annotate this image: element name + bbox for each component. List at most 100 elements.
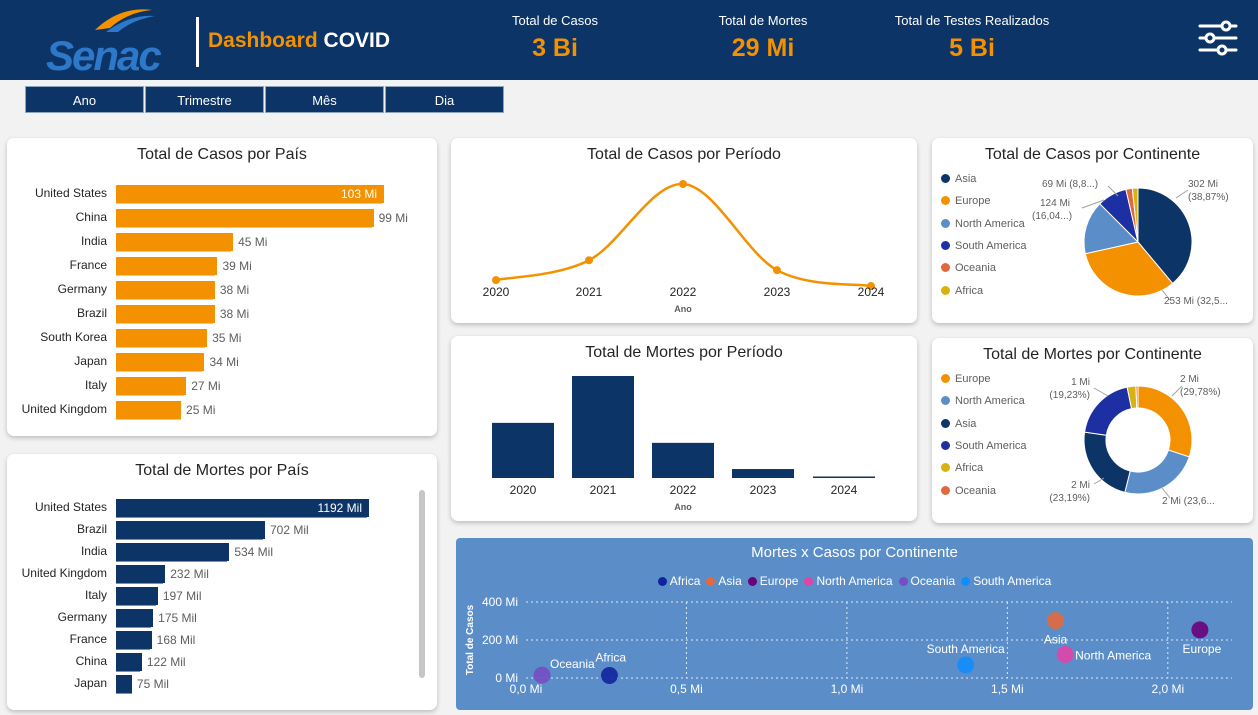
bar-label: France [69, 258, 107, 272]
scatter-point-north-america [1056, 645, 1074, 663]
bar-value: 25 Mi [186, 403, 216, 417]
cases-by-period-card: Total de Casos por Período 2020 2021 2022 2… [451, 138, 917, 323]
bar-label: India [80, 544, 107, 558]
pie-label-south-america: 69 Mi (8,8...) [1042, 179, 1099, 190]
bar-shadow [116, 248, 232, 252]
x-tick-label: 0,5 Mi [670, 682, 703, 696]
bar-value: 175 Mil [158, 611, 197, 625]
bar-value: 122 Mil [146, 655, 186, 669]
scatter-label: South America [927, 642, 1005, 656]
x-tick-label: 2023 [764, 285, 791, 299]
bar-value: 99 Mi [378, 211, 408, 225]
bar-value: 168 Mil [156, 633, 196, 647]
bar-label: Brazil [76, 306, 107, 320]
period-button-dia[interactable]: Dia [385, 86, 504, 113]
bar-label: France [69, 632, 107, 646]
donut-label-europe: 2 Mi (29,78%) [1180, 374, 1221, 398]
line-series [495, 182, 872, 288]
deaths-by-country-scrollbar[interactable] [419, 490, 425, 678]
bar-shadow [116, 668, 140, 672]
period-button-trimestre[interactable]: Trimestre [145, 86, 264, 113]
kpi-value: 3 Bi [532, 34, 578, 62]
line-point [585, 256, 593, 265]
scatter-chart: 400 Mi200 Mi0 Mi0,0 Mi 0,5 Mi 1,0 Mi 1,5 Mi… [465, 595, 1232, 696]
scatter-point-south-america [957, 656, 975, 674]
x-tick-label: 0,0 Mi [510, 682, 543, 696]
kpi-label: Total de Mortes [718, 13, 808, 28]
x-axis-title: Ano [674, 304, 692, 314]
pie-label-europe: 253 Mi (32,5... [1164, 296, 1228, 307]
bar-label: United Kingdom [21, 566, 107, 580]
bar-shadow [116, 344, 206, 348]
cases-by-continent-card: Total de Casos por Continente Asia Europe… [932, 138, 1253, 323]
bar-shadow [116, 416, 182, 420]
bar [572, 376, 634, 478]
x-tick-label: 1,5 Mi [991, 682, 1024, 696]
scatter-point-oceania [533, 666, 551, 684]
bar-shadow [116, 624, 152, 628]
bar-value: 35 Mi [212, 331, 242, 345]
bar [652, 442, 714, 478]
bar-shadow [116, 296, 213, 300]
bar-label: Japan [74, 676, 107, 690]
pie-label-north-america: 124 Mi (16,04...) [1032, 198, 1073, 222]
bar-shadow [116, 392, 185, 396]
bar-label: United Kingdom [21, 402, 107, 416]
bar-label: Japan [74, 354, 107, 368]
x-tick-label: 2021 [590, 483, 617, 497]
bar-label: Italy [84, 378, 107, 392]
bar-label: United States [34, 500, 107, 514]
bar-label: China [75, 654, 107, 668]
deaths-by-country-card: Total de Mortes por País United States 11… [7, 454, 437, 710]
x-tick-label: 2020 [483, 285, 510, 299]
x-tick-label: 2021 [576, 285, 603, 299]
x-tick-label: 2022 [670, 483, 697, 497]
bar-shadow [116, 272, 216, 276]
sliders-icon[interactable] [1196, 20, 1240, 56]
bar-value: 232 Mil [170, 567, 209, 581]
bar-shadow [116, 320, 213, 324]
bar-value: 39 Mi [222, 259, 252, 273]
line-point [773, 266, 781, 275]
header-bar: Senac Dashboard COVID Total de Casos 3 B… [0, 0, 1258, 80]
scatter-label: Africa [595, 651, 626, 665]
logo-text: Senac [46, 32, 162, 79]
period-button-ano[interactable]: Ano [25, 86, 144, 113]
x-tick-label: 2020 [510, 483, 537, 497]
y-tick-label: 200 Mi [482, 633, 518, 647]
x-axis-title: Ano [674, 502, 692, 512]
x-tick-label: 2024 [858, 285, 885, 299]
bar-label: Germany [57, 610, 107, 624]
scatter-label: Asia [1044, 633, 1068, 647]
scatter-label: Oceania [550, 657, 595, 671]
bar-value: 27 Mi [191, 379, 221, 393]
bar-value: 702 Mil [269, 523, 309, 537]
bar-shadow [116, 536, 263, 540]
donut-label-north-america: 2 Mi (23,6... [1162, 496, 1215, 507]
period-button-mes[interactable]: Mês [265, 86, 384, 113]
bar-shadow [116, 558, 228, 562]
bar-value: 103 Mi [340, 187, 377, 201]
bar [732, 469, 794, 478]
bar-value: 38 Mi [219, 283, 250, 297]
dashboard-title: Dashboard COVID [208, 29, 390, 53]
bar-shadow [116, 646, 150, 650]
dashboard-title-part1: Dashboard [208, 29, 318, 52]
scatter-label: North America [1075, 648, 1151, 662]
line-point [492, 276, 500, 285]
bar-value: 1192 Mil [317, 501, 362, 515]
bar-label: Germany [57, 282, 107, 296]
bar [492, 422, 554, 478]
bar-shadow [116, 224, 372, 228]
bar-value: 34 Mi [209, 355, 239, 369]
y-tick-label: 400 Mi [482, 595, 518, 609]
kpi-value: 29 Mi [731, 34, 795, 62]
kpi-label: Total de Testes Realizados [894, 13, 1050, 28]
donut-label-asia: 2 Mi (23,19%) [1049, 480, 1090, 504]
kpi-label: Total de Casos [512, 13, 598, 28]
bar-label: United States [34, 186, 107, 200]
bar-label: Italy [84, 588, 107, 602]
y-axis-title: Total de Casos [465, 604, 476, 675]
deaths-by-period-chart: 2020 2021 2022 2023 2024 Ano [492, 376, 875, 512]
bar-value: 75 Mil [136, 677, 169, 691]
